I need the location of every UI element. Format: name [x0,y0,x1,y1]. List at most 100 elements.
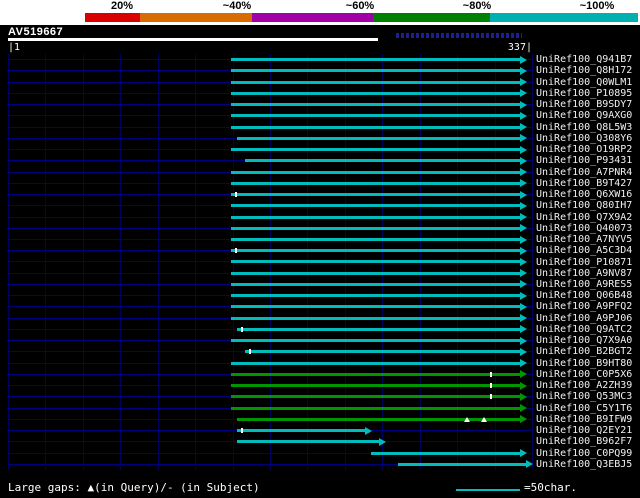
subject-gap-marker-icon [490,371,493,377]
hsp-bar[interactable] [237,327,520,331]
alignment-lane [0,358,532,369]
hit-label[interactable]: UniRef100_Q8H172 [536,65,632,76]
hsp-bar[interactable] [231,361,520,365]
hsp-bar[interactable] [245,159,520,163]
hit-label[interactable]: UniRef100_Q7X9A2 [536,212,632,223]
hit-label[interactable]: UniRef100_A7PNR4 [536,167,632,178]
hit-label[interactable]: UniRef100_B962F7 [536,436,632,447]
hsp-bar[interactable] [231,103,520,107]
hsp-bar[interactable] [231,395,520,399]
hsp-bar[interactable] [231,339,520,343]
hit-label[interactable]: UniRef100_Q2EY21 [536,425,632,436]
hsp-bar[interactable] [231,69,520,73]
hsp-bar[interactable] [237,440,380,444]
hsp-bar[interactable] [231,249,520,253]
hsp-bar[interactable] [231,170,520,174]
hit-label[interactable]: UniRef100_B9IFW9 [536,414,632,425]
query-bar [8,38,378,41]
arrowhead-icon [519,100,527,109]
hit-label[interactable]: UniRef100_Q8L5W3 [536,122,632,133]
hit-label[interactable]: UniRef100_B2BGT2 [536,346,632,357]
alignment-lane [0,99,532,110]
hit-label[interactable]: UniRef100_A2ZH39 [536,380,632,391]
hit-label[interactable]: UniRef100_C0P5X6 [536,369,632,380]
hsp-bar[interactable] [231,215,520,219]
hit-label[interactable]: UniRef100_O19RP2 [536,144,632,155]
hsp-bar[interactable] [237,429,366,433]
hsp-bar[interactable] [371,451,520,455]
hit-label[interactable]: UniRef100_A9PFQ2 [536,301,632,312]
hit-label[interactable]: UniRef100_Q53MC3 [536,391,632,402]
hsp-bar[interactable] [397,462,526,466]
alignment-lane [0,436,532,447]
hit-label[interactable]: UniRef100_P93431 [536,155,632,166]
hsp-bar[interactable] [231,238,520,241]
hsp-bar[interactable] [231,226,520,230]
hit-label[interactable]: UniRef100_Q0WLM1 [536,77,632,88]
hsp-bar[interactable] [237,417,520,421]
hsp-bar[interactable] [231,384,520,388]
hit-label[interactable]: UniRef100_B9HT80 [536,358,632,369]
query-gap-marker-icon [463,416,470,422]
arrowhead-icon [519,111,527,120]
hit-label[interactable]: UniRef100_B9SDY7 [536,99,632,110]
key-segment-40 [140,13,252,22]
hsp-bar[interactable] [231,316,520,320]
hit-label[interactable]: UniRef100_A9PJ06 [536,313,632,324]
alignment-lane [0,301,532,312]
hit-label[interactable]: UniRef100_P10895 [536,88,632,99]
hit-label[interactable]: UniRef100_Q308Y6 [536,133,632,144]
hit-label[interactable]: UniRef100_C0PQ99 [536,448,632,459]
alignment-lane [0,425,532,436]
arrowhead-icon [519,359,527,368]
hsp-bar[interactable] [231,282,520,286]
hsp-bar[interactable] [231,271,520,275]
hit-label[interactable]: UniRef100_Q3EBJ5 [536,459,632,470]
hsp-bar[interactable] [245,350,520,354]
hit-label[interactable]: UniRef100_Q7X9A0 [536,335,632,346]
hit-label[interactable]: UniRef100_A7NYV5 [536,234,632,245]
hit-label[interactable]: UniRef100_A9RES5 [536,279,632,290]
hsp-bar[interactable] [231,204,520,208]
hsp-bar[interactable] [231,58,520,62]
hit-label[interactable]: UniRef100_Q941B7 [536,54,632,65]
hsp-bar[interactable] [231,148,520,152]
alignment-lane [0,256,532,267]
alignment-lane [0,189,532,200]
key-label-40: ~40% [222,0,252,12]
hsp-bar[interactable] [237,136,520,140]
hit-label[interactable]: UniRef100_A5C3D4 [536,245,632,256]
alignment-lane [0,346,532,357]
subject-gap-marker-icon [248,349,251,355]
key-label-100: ~100% [579,0,615,12]
hsp-bar[interactable] [231,193,520,197]
hit-label[interactable]: UniRef100_Q40073 [536,223,632,234]
hit-label[interactable]: UniRef100_Q6XW16 [536,189,632,200]
hsp-bar[interactable] [231,372,520,376]
hsp-bar[interactable] [231,305,520,309]
alignment-lane [0,380,532,391]
hsp-bar[interactable] [231,125,520,129]
hit-label[interactable]: UniRef100_A9NV87 [536,268,632,279]
hsp-bar[interactable] [231,260,520,264]
hsp-bar[interactable] [231,91,520,95]
hit-label[interactable]: UniRef100_P10871 [536,257,632,268]
hsp-bar[interactable] [231,181,520,185]
alignment-lane [0,313,532,324]
hit-label[interactable]: UniRef100_Q80IH7 [536,200,632,211]
hit-label[interactable]: UniRef100_Q06B48 [536,290,632,301]
subject-gap-marker-icon [490,383,493,389]
hsp-bar[interactable] [231,406,520,410]
hsp-bar[interactable] [231,114,520,118]
arrowhead-icon [519,55,527,64]
hit-label[interactable]: UniRef100_C5Y1T6 [536,403,632,414]
hit-label[interactable]: UniRef100_B9T427 [536,178,632,189]
hit-label[interactable]: UniRef100_Q9ATC2 [536,324,632,335]
alignment-lane [0,290,532,301]
gaps-legend: Large gaps: ▲(in Query)/- (in Subject) [8,481,260,494]
arrowhead-icon [519,201,527,210]
hsp-bar[interactable] [231,294,520,298]
hit-label[interactable]: UniRef100_Q9AXG0 [536,110,632,121]
alignment-lane [0,166,532,177]
hsp-bar[interactable] [231,80,520,84]
